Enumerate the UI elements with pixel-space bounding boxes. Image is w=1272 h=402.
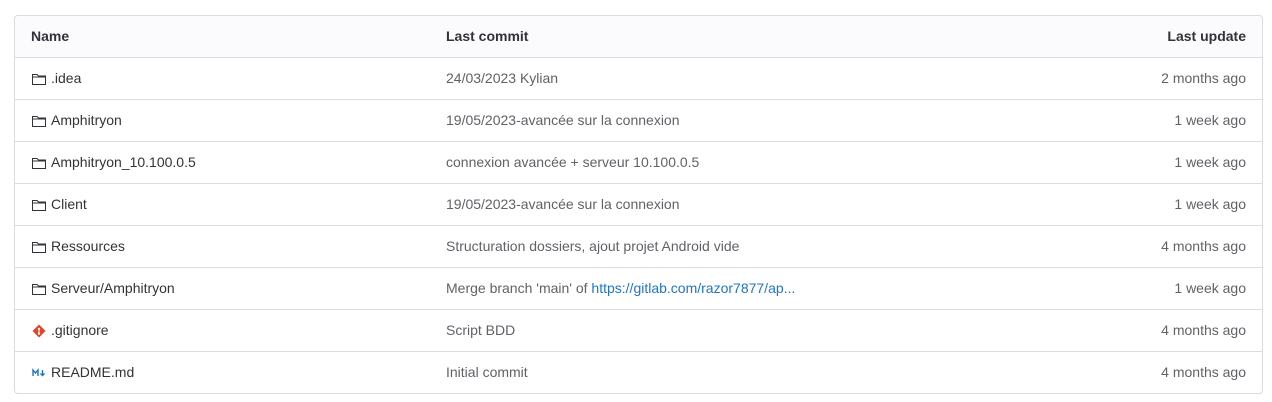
commit-message[interactable]: 19/05/2023-avancée sur la connexion <box>446 112 680 128</box>
header-last-update: Last update <box>1167 28 1246 44</box>
file-name-link[interactable]: README.md <box>51 352 134 393</box>
file-name-link[interactable]: Amphitryon_10.100.0.5 <box>51 142 196 183</box>
commit-url-link[interactable]: https://gitlab.com/razor7877/ap... <box>591 280 795 296</box>
last-update-time: 4 months ago <box>1161 364 1246 380</box>
folder-icon <box>32 283 46 295</box>
commit-message[interactable]: Initial commit <box>446 364 528 380</box>
commit-message[interactable]: Merge branch 'main' of <box>446 280 591 296</box>
last-update-time: 4 months ago <box>1161 238 1246 254</box>
last-update-time: 1 week ago <box>1174 112 1246 128</box>
last-update-time: 1 week ago <box>1174 154 1246 170</box>
commit-message[interactable]: Script BDD <box>446 322 515 338</box>
folder-icon <box>32 241 46 253</box>
file-name-link[interactable]: Client <box>51 184 87 225</box>
commit-message[interactable]: Structuration dossiers, ajout projet And… <box>446 238 739 254</box>
file-name-link[interactable]: .gitignore <box>51 310 109 351</box>
header-last-commit: Last commit <box>446 28 529 44</box>
last-update-time: 2 months ago <box>1161 70 1246 86</box>
table-row: Amphitryon 19/05/2023-avancée sur la con… <box>15 99 1262 141</box>
file-name-link[interactable]: Amphitryon <box>51 100 122 141</box>
folder-icon <box>32 157 46 169</box>
git-icon <box>32 324 46 337</box>
commit-message[interactable]: 24/03/2023 Kylian <box>446 70 558 86</box>
last-update-time: 4 months ago <box>1161 322 1246 338</box>
file-name-link[interactable]: Serveur/Amphitryon <box>51 268 175 309</box>
file-tree-table: Name Last commit Last update .idea 24/03… <box>14 15 1263 394</box>
folder-icon <box>32 73 46 85</box>
markdown-icon <box>32 367 45 376</box>
folder-icon <box>32 115 46 127</box>
file-name-link[interactable]: Ressources <box>51 226 125 267</box>
last-update-time: 1 week ago <box>1174 196 1246 212</box>
commit-message[interactable]: 19/05/2023-avancée sur la connexion <box>446 196 680 212</box>
table-header: Name Last commit Last update <box>15 16 1262 57</box>
table-row: README.md Initial commit 4 months ago <box>15 351 1262 393</box>
header-name: Name <box>31 28 70 44</box>
file-name-link[interactable]: .idea <box>51 58 81 99</box>
table-row: .gitignore Script BDD 4 months ago <box>15 309 1262 351</box>
folder-icon <box>32 199 46 211</box>
table-row: .idea 24/03/2023 Kylian 2 months ago <box>15 57 1262 99</box>
table-row: Client 19/05/2023-avancée sur la connexi… <box>15 183 1262 225</box>
table-row: Amphitryon_10.100.0.5 connexion avancée … <box>15 141 1262 183</box>
commit-message[interactable]: connexion avancée + serveur 10.100.0.5 <box>446 154 699 170</box>
table-row: Ressources Structuration dossiers, ajout… <box>15 225 1262 267</box>
last-update-time: 1 week ago <box>1174 280 1246 296</box>
table-row: Serveur/Amphitryon Merge branch 'main' o… <box>15 267 1262 309</box>
